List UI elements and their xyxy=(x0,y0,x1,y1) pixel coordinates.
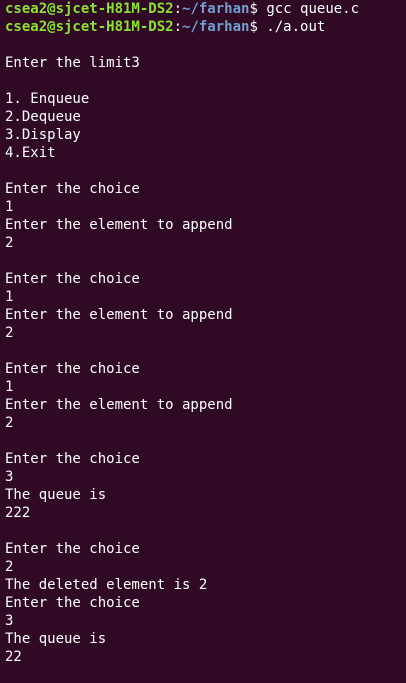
output-line: Enter the choice xyxy=(5,451,140,467)
output-line: Enter the limit3 xyxy=(5,55,140,71)
output-line: 1. Enqueue xyxy=(5,91,90,107)
output-line: 3.Display xyxy=(5,127,81,143)
output-line: Enter the element to append xyxy=(5,307,233,323)
output-line: Enter the element to append xyxy=(5,217,233,233)
output-line: 4.Exit xyxy=(5,145,56,161)
output-line: 1 xyxy=(5,379,14,395)
prompt-path: ~/farhan xyxy=(182,1,250,17)
output-line: Enter the choice xyxy=(5,595,140,611)
output-line: Enter the choice xyxy=(5,361,140,377)
output-line: 2 xyxy=(5,415,14,431)
output-line: 1 xyxy=(5,289,14,305)
output-line: Enter the choice xyxy=(5,541,140,557)
prompt-user-host: csea2@sjcet-H81M-DS2 xyxy=(5,1,174,17)
output-line: 3 xyxy=(5,613,14,629)
prompt-separator: : xyxy=(173,19,183,35)
output-line: 2.Dequeue xyxy=(5,109,81,125)
output-line: The queue is xyxy=(5,487,107,503)
output-line: Enter the choice xyxy=(5,181,140,197)
output-line: 2 xyxy=(5,559,14,575)
output-line: The queue is xyxy=(5,631,107,647)
output-line: 222 xyxy=(5,505,31,521)
output-line: The deleted element is 2 xyxy=(5,577,208,593)
terminal-window[interactable]: csea2@sjcet-H81M-DS2:~/farhan$ gcc queue… xyxy=(0,0,406,683)
prompt-symbol: $ xyxy=(249,19,258,35)
output-line: 3 xyxy=(5,469,14,485)
prompt-symbol: $ xyxy=(249,1,258,17)
prompt-user-host: csea2@sjcet-H81M-DS2 xyxy=(5,19,174,35)
output-line: 22 xyxy=(5,649,22,665)
prompt-line: csea2@sjcet-H81M-DS2:~/farhan$ ./a.out xyxy=(5,18,406,36)
output-line: Enter the choice xyxy=(5,271,140,287)
output-line: Enter the element to append xyxy=(5,397,233,413)
prompt-command: ./a.out xyxy=(257,19,326,35)
prompt-command: gcc queue.c xyxy=(257,1,360,17)
output-line: 2 xyxy=(5,325,14,341)
prompt-line: csea2@sjcet-H81M-DS2:~/farhan$ gcc queue… xyxy=(5,0,406,18)
prompt-separator: : xyxy=(173,1,183,17)
output-line: 1 xyxy=(5,199,14,215)
prompt-path: ~/farhan xyxy=(182,19,250,35)
output-line: 2 xyxy=(5,235,14,251)
